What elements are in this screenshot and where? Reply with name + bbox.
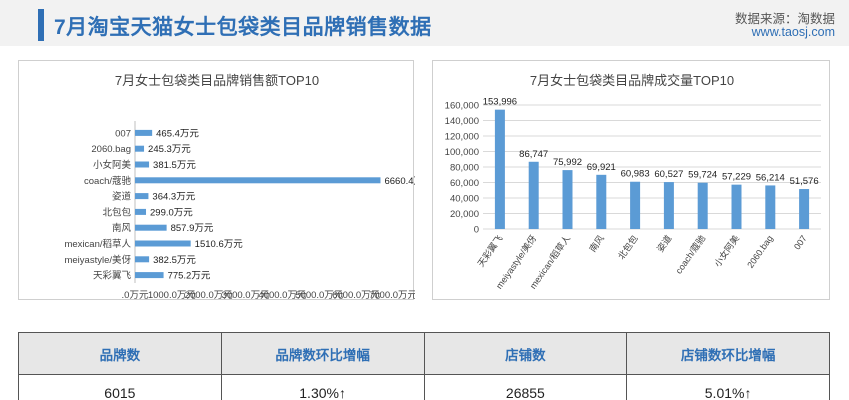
category-label: 小女阿美	[711, 233, 741, 269]
bar	[135, 129, 153, 136]
category-label: mexican/稻草人	[64, 238, 131, 250]
category-label: 北包包	[102, 206, 131, 218]
y-tick-label: 160,000	[445, 101, 479, 112]
bar	[663, 182, 674, 229]
header-brand-growth: 品牌数环比增幅	[220, 332, 425, 375]
category-label: 北包包	[615, 233, 640, 261]
page-title: 7月淘宝天猫女士包袋类目品牌销售数据	[54, 16, 432, 39]
bar	[135, 161, 150, 168]
sales-top10-chart: 7月女士包袋类目品牌销售额TOP10 007 465.4万元 2060.bag 245.…	[64, 73, 415, 301]
category-label: 南风	[112, 222, 132, 234]
bar	[528, 161, 539, 229]
data-label: 465.4万元	[156, 128, 199, 139]
data-label: 364.3万元	[152, 192, 195, 203]
cell-brand-growth: 1.30%↑	[220, 374, 425, 400]
category-label: 007	[792, 233, 809, 251]
category-label: 南风	[587, 233, 606, 254]
category-label: meiyastyle/美伢	[64, 254, 131, 266]
brand-stats-table: 品牌数 品牌数环比增幅 店铺数 店铺数环比增幅 6015 1.30%↑ 2685…	[18, 332, 830, 400]
category-label: 天彩翼飞	[476, 233, 505, 268]
category-label: 2060.bag	[745, 233, 775, 269]
bar	[799, 189, 810, 229]
data-label: 75,992	[553, 157, 582, 168]
data-label: 1510.6万元	[195, 239, 244, 250]
bar	[135, 224, 167, 231]
category-label: coach/蔻驰	[673, 233, 708, 276]
y-tick-label: 40,000	[450, 194, 479, 205]
data-source-link[interactable]: www.taosj.com	[752, 25, 835, 39]
chart-title: 7月女士包袋类目品牌成交量TOP10	[530, 73, 734, 88]
title-accent-bar	[38, 9, 44, 41]
category-label: 007	[115, 128, 131, 139]
bar	[135, 145, 145, 152]
y-tick-label: 80,000	[450, 163, 479, 174]
data-label: 56,214	[756, 172, 785, 183]
bar	[135, 193, 149, 200]
category-label: 小女阿美	[93, 159, 132, 171]
bar	[562, 170, 573, 229]
y-tick-label: 100,000	[445, 147, 479, 158]
y-tick-label: 60,000	[450, 178, 479, 189]
y-tick-label: 120,000	[445, 132, 479, 143]
data-label: 51,576	[790, 176, 819, 187]
category-label: coach/蔻驰	[84, 175, 131, 187]
data-label: 86,747	[519, 149, 548, 160]
header-store-count: 店铺数	[423, 332, 628, 375]
bar	[135, 256, 150, 263]
data-label: 382.5万元	[153, 255, 196, 266]
category-label: 姿道	[112, 191, 132, 203]
data-label: 69,921	[587, 162, 616, 173]
header-brand-count: 品牌数	[18, 332, 222, 375]
table-row: 6015 1.30%↑ 26855 5.01%↑	[18, 374, 830, 400]
category-label: 姿道	[654, 233, 673, 254]
bar	[135, 177, 381, 184]
cell-store-growth: 5.01%↑	[626, 374, 830, 400]
bar	[731, 184, 742, 229]
volume-top10-chart: 7月女士包袋类目品牌成交量TOP10 0 20,000 40,000 60,000 80,…	[445, 73, 821, 291]
category-label: 2060.bag	[91, 144, 131, 155]
cell-store-count: 26855	[423, 374, 628, 400]
data-label: 6660.4万元	[384, 176, 415, 187]
y-tick-label: 0	[474, 225, 479, 236]
header-banner: 7月淘宝天猫女士包袋类目品牌销售数据 数据来源：淘数据 www.taosj.co…	[0, 0, 849, 46]
data-label: 299.0万元	[150, 207, 193, 218]
chart-title: 7月女士包袋类目品牌销售额TOP10	[115, 73, 319, 88]
data-label: 857.9万元	[171, 223, 214, 234]
data-label: 60,527	[654, 169, 683, 180]
x-tick-label: 7000.0万元	[369, 290, 415, 301]
cell-brand-count: 6015	[18, 374, 222, 400]
bar	[494, 109, 505, 229]
data-label: 59,724	[688, 170, 717, 181]
bar	[135, 208, 147, 215]
data-label: 57,229	[722, 172, 751, 183]
bar	[596, 174, 607, 229]
category-label: 天彩翼飞	[93, 271, 132, 282]
bar	[765, 185, 776, 229]
x-tick-label: .0万元	[122, 290, 149, 301]
data-label: 153,996	[483, 97, 517, 108]
data-label: 775.2万元	[168, 271, 211, 282]
table-header-row: 品牌数 品牌数环比增幅 店铺数 店铺数环比增幅	[18, 332, 830, 375]
y-tick-label: 20,000	[450, 209, 479, 220]
bar	[697, 182, 708, 229]
header-store-growth: 店铺数环比增幅	[626, 332, 830, 375]
volume-chart-panel: 7月女士包袋类目品牌成交量TOP10 0 20,000 40,000 60,000 80,…	[432, 60, 830, 300]
data-label: 381.5万元	[153, 160, 196, 171]
data-label: 60,983	[621, 169, 650, 180]
bar	[135, 240, 191, 247]
y-tick-label: 140,000	[445, 116, 479, 127]
bar	[630, 181, 641, 229]
data-label: 245.3万元	[148, 144, 191, 155]
sales-chart-panel: 7月女士包袋类目品牌销售额TOP10 007 465.4万元 2060.bag 245.…	[18, 60, 415, 301]
bar	[135, 272, 164, 279]
